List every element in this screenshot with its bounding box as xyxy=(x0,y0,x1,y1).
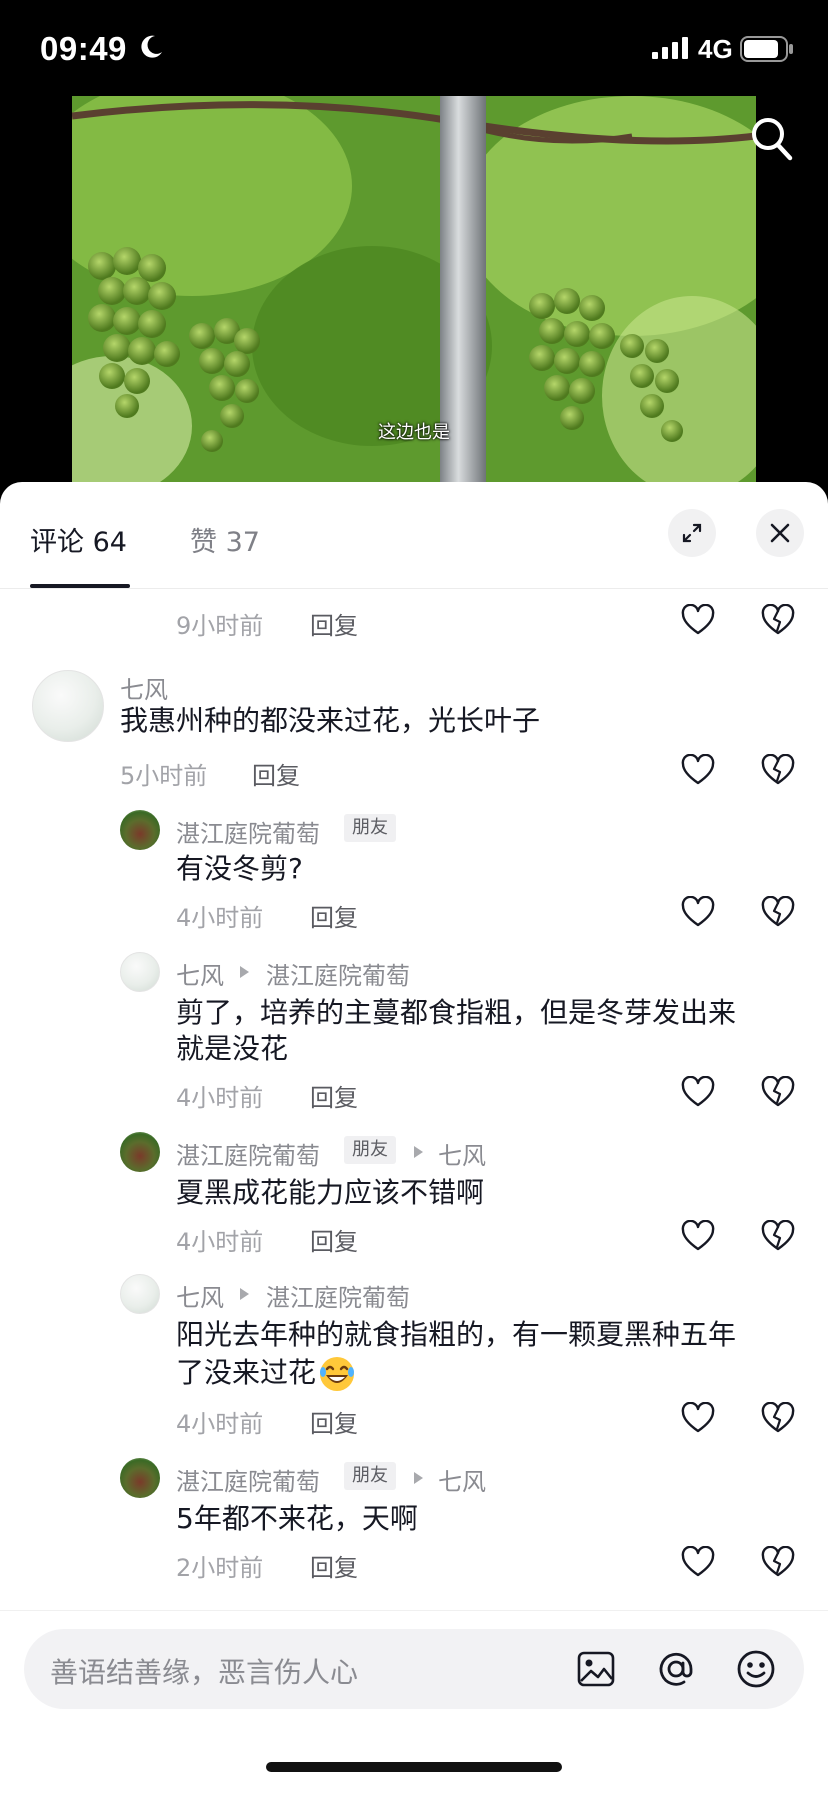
reply-button[interactable]: 回复 xyxy=(310,1548,358,1583)
comment-time: 4小时前 xyxy=(176,904,264,932)
video-subtitle: 这边也是 xyxy=(378,422,450,443)
reply-item: 七风 湛江庭院葡萄 阳光去年种的就食指粗的，有一颗夏黑种五年 了没来过花 4小时… xyxy=(0,1274,828,1438)
reply-to-username[interactable]: 湛江庭院葡萄 xyxy=(266,956,410,991)
close-icon xyxy=(770,523,790,543)
status-bar: 09:49 4G xyxy=(0,0,828,96)
moon-icon xyxy=(141,35,162,58)
broken-heart-icon[interactable] xyxy=(761,604,795,636)
battery-icon xyxy=(740,36,793,62)
reply-button[interactable]: 回复 xyxy=(310,1078,358,1113)
rolling-laughing-emoji-icon xyxy=(320,1357,355,1391)
smiley-icon[interactable] xyxy=(736,1649,776,1689)
tabs-bar: 评论 64 赞 37 xyxy=(0,482,828,589)
comment-text-line: 就是没花 xyxy=(176,1032,289,1065)
expand-icon xyxy=(682,523,702,543)
avatar[interactable] xyxy=(32,670,104,742)
signal-icon xyxy=(652,37,688,59)
comment-username[interactable]: 湛江庭院葡萄 xyxy=(176,1136,320,1171)
reply-to-username[interactable]: 七风 xyxy=(438,1136,486,1171)
comment-text: 夏黑成花能力应该不错啊 xyxy=(176,1176,485,1209)
reply-item: 湛江庭院葡萄 朋友 七风 夏黑成花能力应该不错啊 4小时前 回复 xyxy=(0,1132,828,1256)
broken-heart-icon[interactable] xyxy=(761,754,795,786)
comment-input[interactable]: 善语结善缘，恶言伤人心 xyxy=(24,1629,804,1709)
comment-time: 4小时前 xyxy=(176,1084,264,1112)
comment-text: 我惠州种的都没来过花，光长叶子 xyxy=(120,704,541,737)
heart-icon[interactable] xyxy=(681,1402,715,1434)
avatar[interactable] xyxy=(120,952,160,992)
comment-username[interactable]: 湛江庭院葡萄 xyxy=(176,814,320,849)
comment-username[interactable]: 七风 xyxy=(176,956,224,991)
heart-icon[interactable] xyxy=(681,1220,715,1252)
video-player[interactable]: 这边也是 xyxy=(72,96,756,482)
heart-icon[interactable] xyxy=(681,604,715,636)
friend-badge: 朋友 xyxy=(344,1136,396,1164)
reply-button[interactable]: 回复 xyxy=(310,606,358,641)
comment-input-placeholder: 善语结善缘，恶言伤人心 xyxy=(50,1656,359,1689)
friend-badge: 朋友 xyxy=(344,814,396,842)
reply-arrow-icon xyxy=(414,1146,423,1158)
broken-heart-icon[interactable] xyxy=(761,1220,795,1252)
comments-panel: 评论 64 赞 37 9小时前 回复 七风 我惠州种的都没来过花，光长叶子 5小… xyxy=(0,482,828,1792)
heart-icon[interactable] xyxy=(681,1076,715,1108)
comment-username[interactable]: 七风 xyxy=(176,1278,224,1313)
comment-item: 七风 我惠州种的都没来过花，光长叶子 5小时前 回复 xyxy=(0,670,828,800)
reply-item: 七风 湛江庭院葡萄 剪了，培养的主蔓都食指粗，但是冬芽发出来 就是没花 4小时前… xyxy=(0,952,828,1112)
at-icon[interactable] xyxy=(656,1649,696,1689)
broken-heart-icon[interactable] xyxy=(761,1546,795,1578)
broken-heart-icon[interactable] xyxy=(761,1402,795,1434)
heart-icon[interactable] xyxy=(681,1546,715,1578)
close-button[interactable] xyxy=(756,509,804,557)
reply-item: 湛江庭院葡萄 朋友 七风 5年都不来花，天啊 2小时前 回复 xyxy=(0,1458,828,1582)
reply-arrow-icon xyxy=(240,966,249,978)
avatar[interactable] xyxy=(120,810,160,850)
heart-icon[interactable] xyxy=(681,754,715,786)
image-icon[interactable] xyxy=(576,1649,616,1689)
broken-heart-icon[interactable] xyxy=(761,1076,795,1108)
reply-to-username[interactable]: 七风 xyxy=(438,1462,486,1497)
avatar[interactable] xyxy=(120,1458,160,1498)
reply-button[interactable]: 回复 xyxy=(310,1404,358,1439)
comment-text-line: 阳光去年种的就食指粗的，有一颗夏黑种五年 xyxy=(176,1318,737,1351)
comment-time: 9小时前 xyxy=(176,612,264,640)
search-icon[interactable] xyxy=(750,116,794,162)
comment-username[interactable]: 湛江庭院葡萄 xyxy=(176,1462,320,1497)
reply-item: 湛江庭院葡萄 朋友 有没冬剪? 4小时前 回复 xyxy=(0,810,828,932)
reply-button[interactable]: 回复 xyxy=(310,1222,358,1257)
reply-button[interactable]: 回复 xyxy=(310,898,358,933)
broken-heart-icon[interactable] xyxy=(761,896,795,928)
comment-time: 5小时前 xyxy=(120,762,208,790)
comment-text-line: 剪了，培养的主蔓都食指粗，但是冬芽发出来 xyxy=(176,996,737,1029)
avatar[interactable] xyxy=(120,1132,160,1172)
comment-time: 4小时前 xyxy=(176,1410,264,1438)
network-label: 4G xyxy=(698,34,733,64)
comment-text-line: 了没来过花 xyxy=(176,1354,356,1393)
reply-arrow-icon xyxy=(414,1472,423,1484)
reply-arrow-icon xyxy=(240,1288,249,1300)
reply-to-username[interactable]: 湛江庭院葡萄 xyxy=(266,1278,410,1313)
comment-time: 2小时前 xyxy=(176,1554,264,1582)
friend-badge: 朋友 xyxy=(344,1462,396,1490)
heart-icon[interactable] xyxy=(681,896,715,928)
tab-active-indicator xyxy=(30,584,130,588)
reply-button[interactable]: 回复 xyxy=(252,756,300,791)
comment-username[interactable]: 七风 xyxy=(120,670,168,705)
comment-text: 有没冬剪? xyxy=(176,852,303,885)
avatar[interactable] xyxy=(120,1274,160,1314)
comment-text-fragment: 了没来过花 xyxy=(176,1356,317,1389)
comment-item: 9小时前 回复 xyxy=(0,590,828,646)
tab-comments[interactable]: 评论 64 xyxy=(30,520,127,559)
expand-button[interactable] xyxy=(668,509,716,557)
comment-time: 4小时前 xyxy=(176,1228,264,1256)
tab-likes[interactable]: 赞 37 xyxy=(190,520,260,559)
comment-text: 5年都不来花，天啊 xyxy=(176,1502,418,1535)
home-indicator[interactable] xyxy=(266,1762,562,1772)
status-time: 09:49 xyxy=(40,30,127,67)
